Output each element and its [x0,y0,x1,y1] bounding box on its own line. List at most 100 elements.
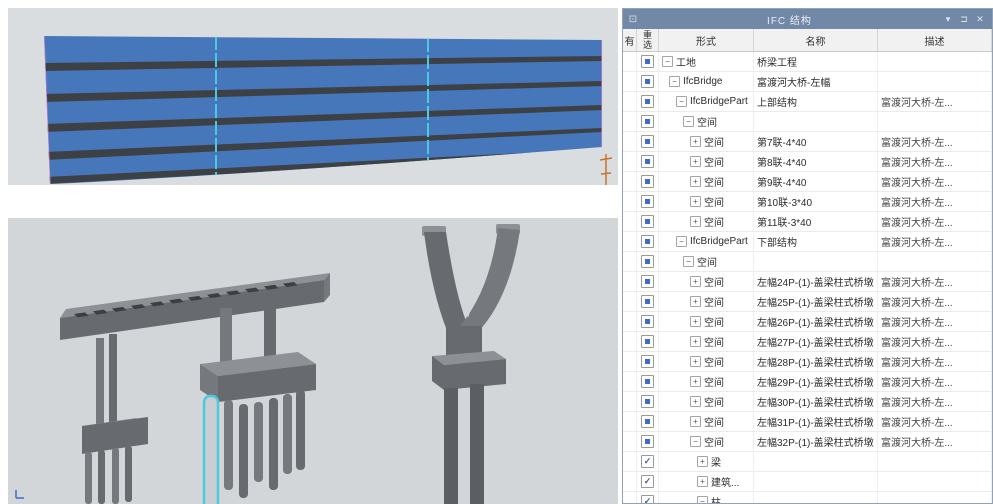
row-type-cell[interactable]: − IfcBridge [659,72,754,91]
row-type-cell[interactable]: + 空间 [659,132,754,151]
row-checkbox-cell[interactable] [637,212,659,231]
checkbox[interactable] [641,215,654,228]
row-checkbox-cell[interactable] [637,312,659,331]
checkbox[interactable] [641,255,654,268]
column-header-mark[interactable]: 有 [623,29,637,51]
table-row[interactable]: + 空间 左幅26P-(1)-盖梁柱式桥墩 富渡河大桥-左... [623,312,992,332]
checkbox[interactable] [641,135,654,148]
expander-icon[interactable]: − [662,56,673,67]
row-checkbox-cell[interactable] [637,392,659,411]
column-header-name[interactable]: 名称 [754,29,878,51]
row-type-cell[interactable]: + 空间 [659,412,754,431]
checkbox[interactable] [641,435,654,448]
expander-icon[interactable]: + [690,196,701,207]
checkbox[interactable] [641,195,654,208]
row-checkbox-cell[interactable] [637,92,659,111]
table-row[interactable]: + 空间 左幅24P-(1)-盖梁柱式桥墩 富渡河大桥-左... [623,272,992,292]
row-type-cell[interactable]: − 工地 [659,52,754,71]
checkbox[interactable]: ✓ [641,495,654,504]
checkbox[interactable] [641,295,654,308]
expander-icon[interactable]: + [690,416,701,427]
table-row[interactable]: − IfcBridgePart 下部结构 富渡河大桥-左... [623,232,992,252]
row-type-cell[interactable]: + 梁 [659,452,754,471]
table-row[interactable]: − 工地 桥梁工程 [623,52,992,72]
row-checkbox-cell[interactable] [637,232,659,251]
row-checkbox-cell[interactable] [637,172,659,191]
expander-icon[interactable]: + [690,176,701,187]
row-checkbox-cell[interactable] [637,372,659,391]
row-type-cell[interactable]: − 柱 [659,492,754,504]
row-checkbox-cell[interactable] [637,352,659,371]
row-type-cell[interactable]: − 空间 [659,432,754,451]
table-row[interactable]: + 空间 第9联-4*40 富渡河大桥-左... [623,172,992,192]
table-row[interactable]: + 空间 第11联-3*40 富渡河大桥-左... [623,212,992,232]
table-row[interactable]: ✓ + 梁 [623,452,992,472]
expander-icon[interactable]: + [690,336,701,347]
table-row[interactable]: ✓ + 建筑... [623,472,992,492]
expander-icon[interactable]: − [690,436,701,447]
checkbox[interactable] [641,55,654,68]
row-checkbox-cell[interactable]: ✓ [637,452,659,471]
row-type-cell[interactable]: + 空间 [659,312,754,331]
table-row[interactable]: + 空间 第10联-3*40 富渡河大桥-左... [623,192,992,212]
row-type-cell[interactable]: + 空间 [659,352,754,371]
row-checkbox-cell[interactable]: ✓ [637,492,659,504]
checkbox[interactable] [641,415,654,428]
expander-icon[interactable]: + [690,376,701,387]
pier-3d-viewport[interactable] [8,218,618,504]
expander-icon[interactable]: − [676,236,687,247]
expander-icon[interactable]: + [690,136,701,147]
row-type-cell[interactable]: − 空间 [659,112,754,131]
table-row[interactable]: + 空间 第7联-4*40 富渡河大桥-左... [623,132,992,152]
close-icon[interactable]: ✕ [972,14,988,25]
expander-icon[interactable]: + [690,296,701,307]
row-type-cell[interactable]: + 空间 [659,172,754,191]
checkbox[interactable] [641,375,654,388]
row-type-cell[interactable]: − IfcBridgePart [659,232,754,251]
row-type-cell[interactable]: + 空间 [659,372,754,391]
row-checkbox-cell[interactable] [637,132,659,151]
column-header-desc[interactable]: 描述 [878,29,992,51]
table-row[interactable]: − IfcBridgePart 上部结构 富渡河大桥-左... [623,92,992,112]
expander-icon[interactable]: + [690,396,701,407]
table-row[interactable]: ✓ − 柱 [623,492,992,504]
row-checkbox-cell[interactable] [637,192,659,211]
expander-icon[interactable]: + [697,456,708,467]
pin-icon[interactable]: ⊐ [956,14,972,25]
table-row[interactable]: + 空间 左幅28P-(1)-盖梁柱式桥墩 富渡河大桥-左... [623,352,992,372]
table-row[interactable]: − 空间 [623,252,992,272]
checkbox[interactable]: ✓ [641,455,654,468]
row-checkbox-cell[interactable] [637,252,659,271]
checkbox[interactable]: ✓ [641,475,654,488]
checkbox[interactable] [641,395,654,408]
girder-deck-viewport[interactable] [8,8,618,185]
row-type-cell[interactable]: + 空间 [659,332,754,351]
row-checkbox-cell[interactable] [637,112,659,131]
expander-icon[interactable]: − [683,116,694,127]
checkbox[interactable] [641,355,654,368]
checkbox[interactable] [641,275,654,288]
checkbox[interactable] [641,315,654,328]
row-type-cell[interactable]: + 空间 [659,292,754,311]
column-header-type[interactable]: 形式 [659,29,754,51]
row-type-cell[interactable]: + 空间 [659,212,754,231]
table-row[interactable]: − 空间 左幅32P-(1)-盖梁柱式桥墩 富渡河大桥-左... [623,432,992,452]
expander-icon[interactable]: + [697,476,708,487]
table-row[interactable]: + 空间 左幅25P-(1)-盖梁柱式桥墩 富渡河大桥-左... [623,292,992,312]
checkbox[interactable] [641,155,654,168]
row-type-cell[interactable]: + 空间 [659,192,754,211]
checkbox[interactable] [641,335,654,348]
row-checkbox-cell[interactable] [637,332,659,351]
expander-icon[interactable]: + [690,216,701,227]
expander-icon[interactable]: + [690,356,701,367]
expander-icon[interactable]: + [690,276,701,287]
row-type-cell[interactable]: + 建筑... [659,472,754,491]
expander-icon[interactable]: + [690,316,701,327]
row-checkbox-cell[interactable] [637,412,659,431]
row-type-cell[interactable]: + 空间 [659,272,754,291]
chevron-down-icon[interactable]: ▾ [940,14,956,25]
row-checkbox-cell[interactable] [637,52,659,71]
table-row[interactable]: + 空间 第8联-4*40 富渡河大桥-左... [623,152,992,172]
table-row[interactable]: − 空间 [623,112,992,132]
table-row[interactable]: − IfcBridge 富渡河大桥-左幅 [623,72,992,92]
